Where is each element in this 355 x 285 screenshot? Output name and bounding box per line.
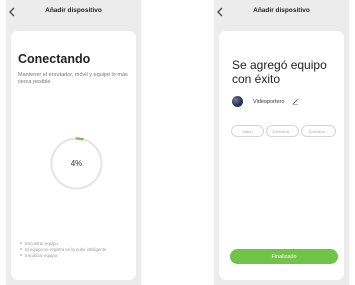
page-title: Añadir dispositivo: [253, 7, 310, 14]
room-chip-dormitorio-1[interactable]: Dormitori...: [266, 125, 299, 137]
page-title: Añadir dispositivo: [45, 7, 102, 14]
bullet-icon: [20, 248, 22, 250]
step-label: El equipo se registra en la nube intelig…: [25, 246, 107, 252]
progress-percent: 4%: [70, 159, 83, 168]
device-row: Videoportero: [232, 96, 299, 107]
device-name: Videoportero: [253, 98, 285, 105]
top-bar: Añadir dispositivo: [214, 0, 349, 22]
top-bar: Añadir dispositivo: [6, 0, 141, 22]
finish-button[interactable]: Finalizado: [230, 249, 338, 264]
step-list: Encontrar equipo El equipo se registra e…: [20, 240, 106, 258]
step-item: Inicializar equipo: [20, 252, 106, 258]
room-chip-dormitorio-2[interactable]: Dormitori...: [301, 125, 336, 137]
room-chip-salon[interactable]: Salón: [231, 125, 264, 137]
device-icon: [232, 96, 243, 107]
connecting-screen: Añadir dispositivo Conectando Mantener e…: [6, 0, 141, 285]
connecting-heading: Conectando: [18, 52, 91, 66]
step-label: Inicializar equipo: [25, 252, 58, 258]
bullet-icon: [20, 254, 22, 256]
room-chips: Salón Dormitori... Dormitori...: [231, 125, 338, 137]
step-item: El equipo se registra en la nube intelig…: [20, 246, 106, 252]
success-heading: Se agregó equipo con éxito: [232, 58, 327, 86]
bullet-icon: [20, 242, 22, 244]
pencil-icon[interactable]: [292, 98, 299, 105]
step-label: Encontrar equipo: [25, 240, 58, 246]
success-screen: Añadir dispositivo Se agregó equipo con …: [214, 0, 349, 285]
connecting-subtitle: Mantener el enrutador, móvil y equipo lo…: [18, 72, 128, 85]
